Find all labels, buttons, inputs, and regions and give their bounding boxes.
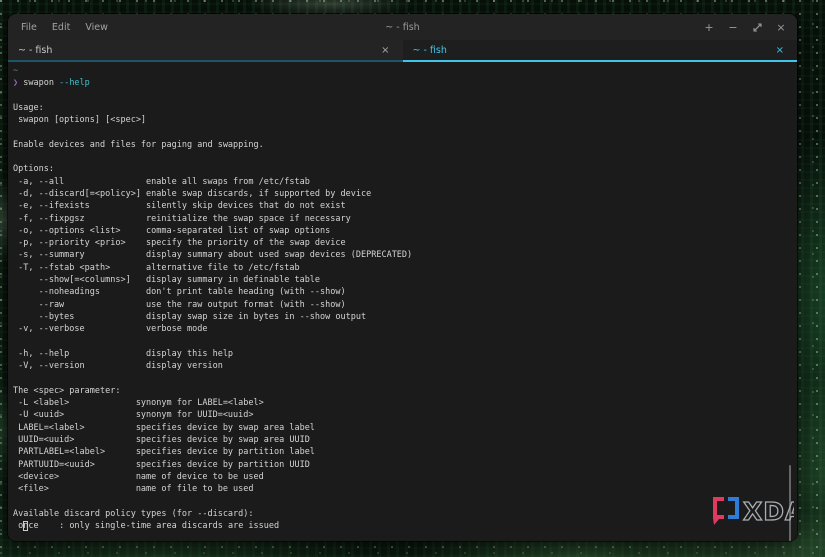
terminal-window: File Edit View ~ - fish + − × ~ - fish ×… (8, 14, 797, 541)
tab-fish-1[interactable]: ~ - fish × (8, 40, 403, 62)
new-tab-button[interactable]: + (701, 19, 717, 35)
minimize-icon: − (728, 20, 738, 34)
tab-close-icon[interactable]: × (773, 45, 787, 56)
menu-view[interactable]: View (85, 22, 108, 33)
close-window-button[interactable]: × (773, 19, 789, 35)
tab-close-icon[interactable]: × (378, 45, 392, 56)
menu-edit[interactable]: Edit (52, 22, 70, 33)
command-flag: --help (59, 78, 90, 89)
menubar: File Edit View (8, 22, 108, 33)
tab-fish-2-active[interactable]: ~ - fish × (402, 40, 797, 62)
command-text: swapon (18, 78, 60, 89)
minimize-button[interactable]: − (725, 19, 741, 35)
tab-bar: ~ - fish × ~ - fish × (8, 40, 797, 62)
tab-label: ~ - fish (412, 44, 447, 56)
window-titlebar: File Edit View ~ - fish + − × (8, 14, 797, 40)
cursor-line-before: o (13, 520, 24, 531)
window-controls: + − × (701, 19, 797, 35)
xda-bracket-icon (713, 497, 739, 525)
window-title: ~ - fish (385, 21, 420, 33)
terminal-output: ~ ❯ swapon --help Usage: swapon [options… (8, 62, 797, 532)
plus-icon: + (704, 20, 714, 34)
xda-watermark: XDA (710, 494, 805, 530)
terminal-viewport: ~ ❯ swapon --help Usage: swapon [options… (8, 62, 797, 541)
tab-label: ~ - fish (18, 44, 53, 56)
xda-logo-text: XDA (743, 497, 794, 526)
maximize-button[interactable] (749, 19, 765, 35)
prompt-cwd: ~ (13, 66, 19, 76)
cursor-line-after: ce : only single-time area discards are … (28, 520, 280, 531)
help-output-text: Usage: swapon [options] [<spec>] Enable … (13, 102, 413, 519)
maximize-icon (752, 22, 762, 32)
menu-file[interactable]: File (21, 22, 37, 33)
close-icon: × (776, 20, 786, 34)
